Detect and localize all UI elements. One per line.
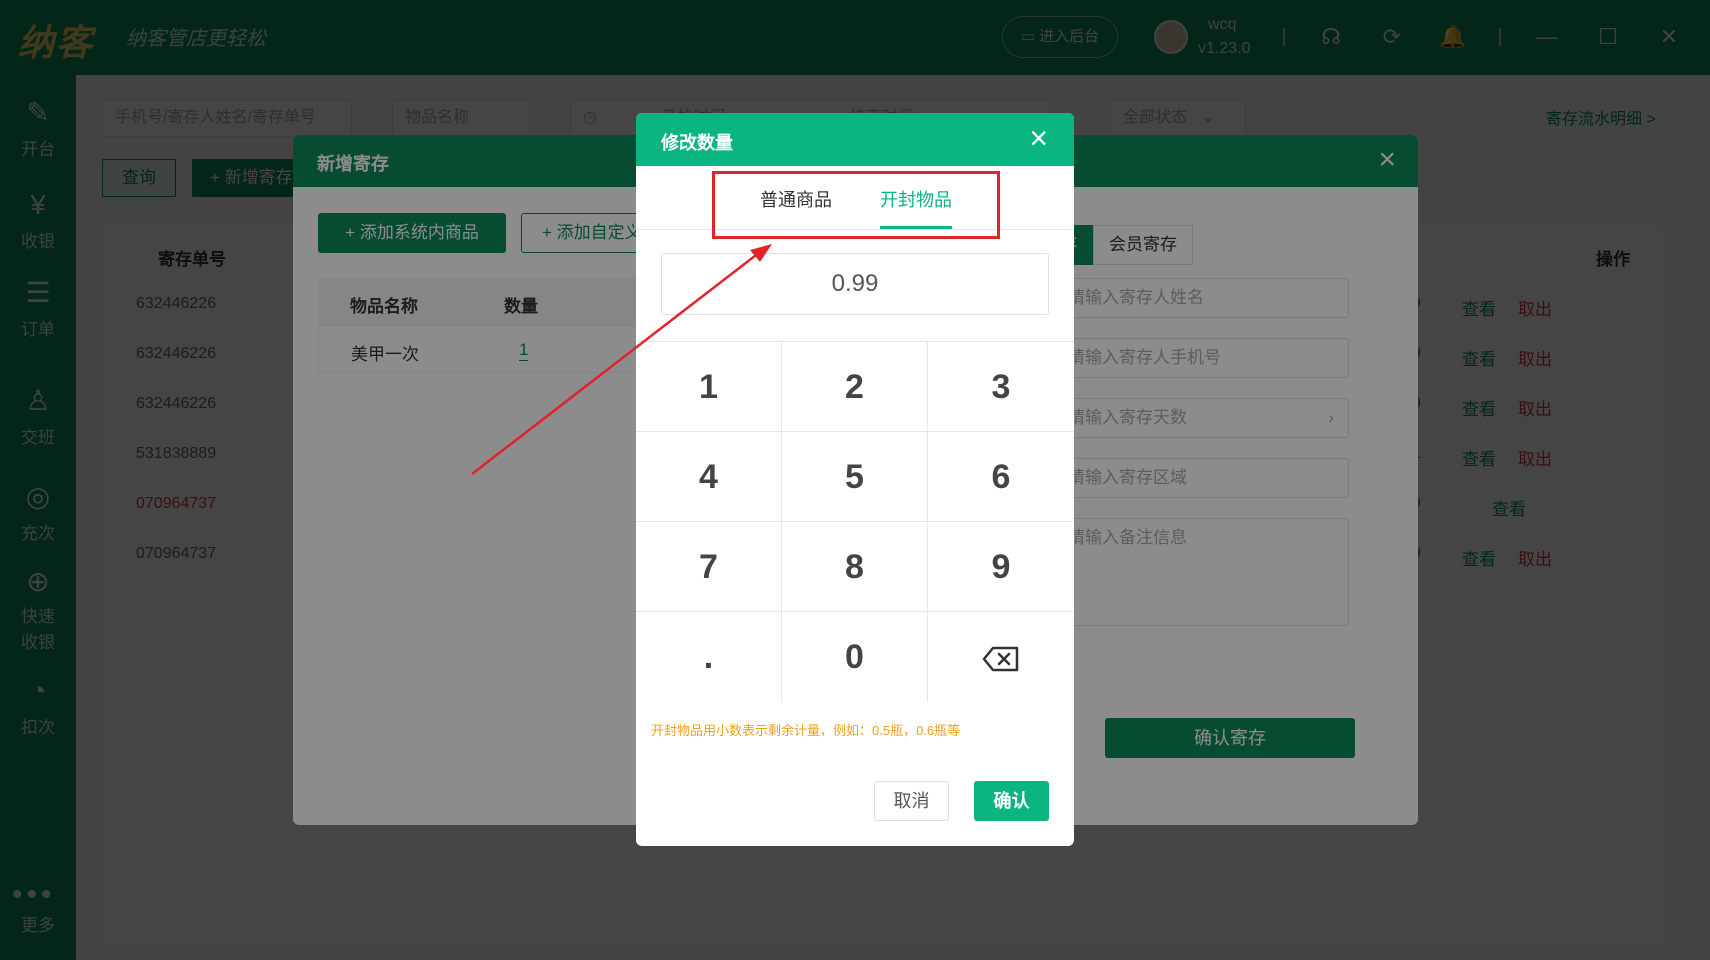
- close-icon[interactable]: ×: [1029, 120, 1048, 157]
- key-4[interactable]: 4: [636, 432, 782, 522]
- key-7[interactable]: 7: [636, 522, 782, 612]
- backspace-key[interactable]: [928, 612, 1074, 702]
- key-0[interactable]: 0: [782, 612, 928, 702]
- quantity-display[interactable]: 0.99: [661, 253, 1049, 315]
- backspace-icon: [982, 646, 1019, 672]
- highlight-box: [712, 171, 1000, 239]
- confirm-button[interactable]: 确认: [974, 781, 1049, 821]
- key-1[interactable]: 1: [636, 342, 782, 432]
- edit-quantity-modal: 修改数量 × 普通商品 开封物品 0.99 1 2 3 4 5 6 7 8 9 …: [636, 113, 1074, 846]
- key-dot[interactable]: .: [636, 612, 782, 702]
- key-6[interactable]: 6: [928, 432, 1074, 522]
- cancel-button[interactable]: 取消: [874, 781, 949, 821]
- key-8[interactable]: 8: [782, 522, 928, 612]
- edit-quantity-modal-header: 修改数量 ×: [636, 113, 1074, 166]
- number-keypad: 1 2 3 4 5 6 7 8 9 . 0: [636, 341, 1074, 702]
- key-9[interactable]: 9: [928, 522, 1074, 612]
- key-2[interactable]: 2: [782, 342, 928, 432]
- key-5[interactable]: 5: [782, 432, 928, 522]
- key-3[interactable]: 3: [928, 342, 1074, 432]
- modal-title: 修改数量: [661, 133, 733, 153]
- opened-goods-hint: 开封物品用小数表示剩余计量，例如：0.5瓶，0.6瓶等: [651, 723, 961, 738]
